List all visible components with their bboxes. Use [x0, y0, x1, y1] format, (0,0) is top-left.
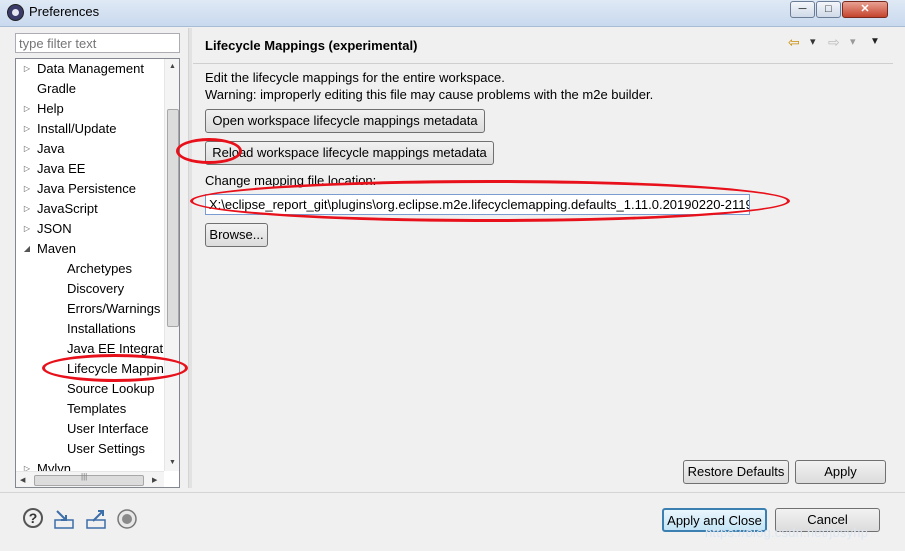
grip-icon: ||| [81, 472, 88, 481]
tree-item-label: Gradle [37, 81, 77, 96]
panel-sash[interactable] [188, 28, 192, 488]
tree-item-label: Help [37, 101, 64, 116]
tree-item-label: Lifecycle Mappings [67, 361, 178, 376]
warning-line: Warning: improperly editing this file ma… [205, 87, 654, 102]
forward-menu-icon[interactable]: ▾ [850, 35, 856, 48]
open-metadata-button[interactable]: Open workspace lifecycle mappings metada… [205, 109, 485, 133]
tree-item-label: Discovery [67, 281, 125, 296]
collapsed-twisty-icon[interactable]: ▷ [22, 139, 32, 159]
export-icon[interactable] [85, 508, 107, 530]
page-title: Lifecycle Mappings (experimental) [205, 38, 418, 53]
tree-item-label: Errors/Warnings [67, 301, 161, 316]
tree-item-label: Templates [67, 401, 127, 416]
collapsed-twisty-icon[interactable]: ▷ [22, 59, 32, 79]
tree-item-label: User Interface [67, 421, 149, 436]
tree-item-label: User Settings [67, 441, 146, 456]
tree-item-label: Java Persistence [37, 181, 136, 196]
import-icon[interactable] [53, 508, 75, 530]
browse-button[interactable]: Browse... [205, 223, 268, 247]
location-label: Change mapping file location: [205, 173, 377, 188]
page-description: Edit the lifecycle mappings for the enti… [205, 69, 653, 103]
collapsed-twisty-icon[interactable]: ▷ [22, 99, 32, 119]
window-title: Preferences [29, 4, 100, 19]
tree-item-label: Installations [67, 321, 136, 336]
tree-item-label: Java [37, 141, 65, 156]
collapsed-twisty-icon[interactable]: ▷ [22, 219, 32, 239]
description-line: Edit the lifecycle mappings for the enti… [205, 70, 505, 85]
view-menu-icon[interactable]: ▼ [870, 36, 880, 47]
tree-item-label: Maven [37, 241, 77, 256]
watermark-text: https://blog.csdn.net/jbsyhp [705, 525, 869, 540]
mapping-file-location-input[interactable]: X:\eclipse_report_git\plugins\org.eclips… [205, 194, 750, 215]
header-separator [193, 63, 893, 64]
tree-item-label: JavaScript [37, 201, 98, 216]
collapsed-twisty-icon[interactable]: ▷ [22, 179, 32, 199]
apply-button[interactable]: Apply [795, 460, 886, 484]
page-navigation: ⇦ ▾ ⇨ ▾ ▼ [788, 34, 888, 54]
maximize-button[interactable]: □ [816, 1, 841, 18]
collapsed-twisty-icon[interactable]: ▷ [22, 159, 32, 179]
footer-separator [0, 492, 905, 493]
expanded-twisty-icon[interactable]: ◢ [22, 239, 32, 259]
help-icon-glyph: ? [23, 508, 43, 528]
tree-item-label: Install/Update [37, 121, 117, 136]
restore-defaults-button[interactable]: Restore Defaults [683, 460, 789, 484]
tree-horizontal-thumb[interactable]: ||| [34, 472, 144, 486]
tree-item-label: Data Management [37, 61, 144, 76]
collapsed-twisty-icon[interactable]: ▷ [22, 119, 32, 139]
scroll-down-icon[interactable]: ▼ [169, 459, 176, 466]
tree-item-label: Java EE [37, 161, 86, 176]
scroll-up-icon[interactable]: ▲ [169, 63, 176, 70]
scroll-left-icon[interactable]: ◀ [20, 476, 25, 484]
back-menu-icon[interactable]: ▾ [810, 35, 816, 48]
collapsed-twisty-icon[interactable]: ▷ [22, 199, 32, 219]
record-icon[interactable] [116, 508, 138, 530]
tree-vertical-scrollbar[interactable]: ▲ ▼ [164, 59, 179, 471]
tree-item-label: JSON [37, 221, 72, 236]
help-icon[interactable]: ? [23, 508, 45, 530]
eclipse-icon [7, 4, 24, 21]
reload-metadata-button[interactable]: Reload workspace lifecycle mappings meta… [205, 141, 494, 165]
close-button[interactable]: ✕ [842, 1, 888, 18]
filter-input[interactable] [15, 33, 180, 53]
minimize-button[interactable]: ─ [790, 1, 815, 18]
tree-item-label: Archetypes [67, 261, 133, 276]
window-titlebar[interactable]: Preferences ─ □ ✕ [0, 0, 905, 27]
preference-tree[interactable]: ▷ Data Management Gradle ▷ Help ▷ Install/Upda… [15, 58, 180, 488]
tree-item-label: Source Lookup [67, 381, 155, 396]
tree-horizontal-scrollbar[interactable]: ◀ ||| ▶ [16, 471, 164, 487]
back-arrow-icon[interactable]: ⇦ [788, 34, 800, 51]
tree-vertical-thumb[interactable] [167, 109, 179, 327]
scroll-right-icon[interactable]: ▶ [152, 476, 157, 484]
forward-arrow-icon[interactable]: ⇨ [828, 34, 840, 51]
